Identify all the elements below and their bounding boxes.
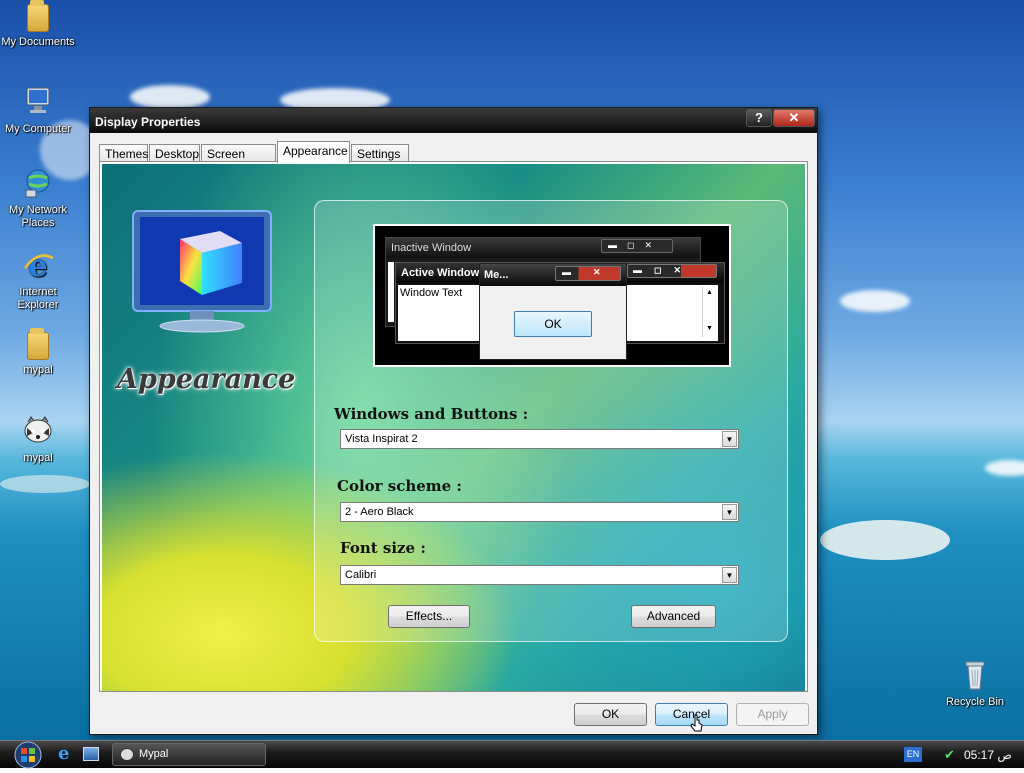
network-tray-icon[interactable]: ✔ [944,747,960,762]
effects-button[interactable]: Effects... [388,605,470,628]
active-window-title: Active Window [401,267,480,279]
folder-icon [27,328,49,360]
dialog-titlebar[interactable]: Display Properties ? ✕ [90,108,817,133]
taskbar-task-mypal[interactable]: Mypal [112,743,266,766]
desktop-icon-label: My Network Places [8,204,68,229]
mypal-raccoon-icon [120,748,134,761]
preview-scrollbar: ▲ ▼ [702,287,716,337]
desktop-icon-mypal-app[interactable]: mypal [0,414,76,465]
windows-buttons-select[interactable]: Vista Inspirat 2 ▼ [340,429,739,449]
appearance-settings-panel: Inactive Window ▬◻✕ Active Window ▬◻✕ Wi… [314,200,788,642]
show-desktop-icon[interactable] [83,747,99,761]
window-controls-icon: ▬◻✕ [627,264,717,278]
help-button[interactable]: ? [746,109,772,127]
advanced-button[interactable]: Advanced [631,605,716,628]
inactive-window-titlebar: Inactive Window ▬◻✕ [386,238,700,258]
windows-buttons-value: Vista Inspirat 2 [345,433,418,445]
font-size-select[interactable]: Calibri ▼ [340,565,739,585]
mypal-raccoon-icon [21,414,55,448]
ie-quicklaunch-icon[interactable]: e [58,745,76,764]
internet-explorer-icon: e [21,248,55,284]
desktop-icon-label: Internet Explorer [17,286,59,311]
desktop-icon-label: Recycle Bin [945,696,1005,708]
desktop-icon-my-documents[interactable]: My Documents [0,0,76,49]
recycle-bin-icon [958,658,992,692]
svg-text:e: e [28,249,47,282]
message-box-titlebar: Me... ▬✕ [480,264,626,286]
desktop-icon-label: My Computer [4,123,72,135]
desktop-icon-label: mypal [23,452,53,464]
font-size-label: Font size : [340,539,426,557]
chevron-down-icon[interactable]: ▼ [722,431,737,447]
island [0,475,90,493]
desktop-icon-internet-explorer[interactable]: e Internet Explorer [0,248,76,312]
taskbar: e Mypal EN ✔ ص 05:17 [0,740,1024,770]
island [820,520,950,560]
windows-buttons-label: Windows and Buttons : [334,405,529,423]
display-properties-dialog: Display Properties ? ✕ Themes Desktop Sc… [89,107,818,735]
mouse-cursor-icon [690,714,704,734]
font-size-value: Calibri [345,569,377,581]
chevron-down-icon[interactable]: ▼ [722,504,737,520]
message-box-title: Me... [484,269,509,281]
cloud [130,85,210,109]
desktop-icon-my-network-places[interactable]: My Network Places [0,166,76,230]
cloud [840,290,910,312]
start-button[interactable] [8,740,48,770]
appearance-tab-panel: Appearance Inactive Window ▬◻✕ Active Wi… [99,161,808,692]
appearance-heading: Appearance [117,364,296,395]
folder-icon [27,0,49,32]
network-globe-icon [21,166,55,200]
color-scheme-label: Color scheme : [337,477,462,495]
close-icon: ✕ [788,110,800,125]
desktop-icon-label: My Documents [1,36,75,48]
inactive-window-body [388,262,394,322]
desktop-icon-label: mypal [23,364,53,376]
computer-icon [21,85,55,119]
close-button[interactable]: ✕ [773,109,815,127]
monitor-illustration-icon [130,209,275,333]
window-text-sample: Window Text [400,287,463,299]
language-label: EN [906,749,920,759]
ok-button[interactable]: OK [574,703,647,726]
desktop-icon-recycle-bin[interactable]: Recycle Bin [937,658,1013,709]
language-indicator[interactable]: EN [904,747,922,762]
cloud [985,460,1024,476]
help-icon: ? [755,110,763,125]
inactive-window-title: Inactive Window [391,242,472,254]
task-label: Mypal [139,748,169,760]
desktop-icon-my-computer[interactable]: My Computer [0,85,76,136]
aurora-background: Appearance Inactive Window ▬◻✕ Active Wi… [102,164,805,691]
color-scheme-value: 2 - Aero Black [345,506,414,518]
appearance-preview: Inactive Window ▬◻✕ Active Window ▬◻✕ Wi… [373,224,731,367]
color-scheme-select[interactable]: 2 - Aero Black ▼ [340,502,739,522]
apply-button[interactable]: Apply [736,703,809,726]
window-controls-icon: ▬◻✕ [601,239,673,253]
desktop-icon-mypal-folder[interactable]: mypal [0,328,76,377]
chevron-down-icon[interactable]: ▼ [722,567,737,583]
dialog-title: Display Properties [95,115,201,129]
message-box-preview: Me... ▬✕ OK [479,263,627,360]
window-controls-icon: ▬✕ [555,266,621,281]
tab-appearance[interactable]: Appearance [277,141,350,163]
clock[interactable]: ص 05:17 [964,748,1012,762]
preview-ok-button: OK [514,311,592,337]
